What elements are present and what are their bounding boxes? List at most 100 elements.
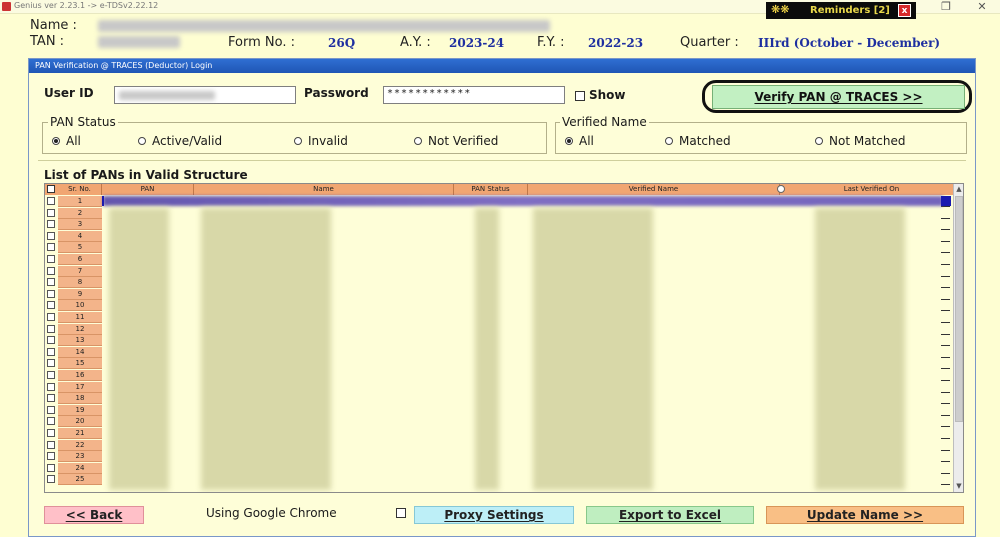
select-all-checkbox[interactable] — [47, 185, 55, 193]
radio-icon — [665, 137, 673, 145]
vertical-scrollbar[interactable]: ▲ ▼ — [953, 184, 963, 492]
pan-list-grid[interactable]: Sr. No. PAN Name PAN Status Verified Nam… — [44, 183, 964, 493]
row-end-mark — [941, 484, 950, 486]
verified-name-radio-all[interactable]: All — [565, 134, 594, 148]
table-row-sr-no[interactable]: 19 — [58, 404, 102, 416]
row-checkbox[interactable] — [47, 382, 55, 391]
status-column-redacted — [475, 208, 499, 490]
pan-status-title: PAN Status — [48, 115, 118, 129]
row-checkbox[interactable] — [47, 417, 55, 426]
user-id-field[interactable] — [114, 86, 296, 104]
row-checkbox[interactable] — [47, 394, 55, 403]
row-checkbox[interactable] — [47, 336, 55, 345]
form-no-value: 26Q — [328, 36, 356, 50]
row-end-mark — [941, 461, 950, 463]
row-end-mark — [941, 368, 950, 370]
row-checkbox[interactable] — [47, 452, 55, 461]
show-password-label: Show — [589, 88, 626, 102]
row-checkbox[interactable] — [47, 475, 55, 484]
table-row-sr-no[interactable]: 22 — [58, 439, 102, 451]
table-row-sr-no[interactable]: 3 — [58, 219, 102, 231]
row-checkbox[interactable] — [47, 197, 55, 205]
table-row-sr-no[interactable]: 6 — [58, 254, 102, 265]
col-last-verified-on[interactable]: Last Verified On — [790, 184, 953, 195]
table-row-sr-no[interactable]: 20 — [58, 416, 102, 428]
verified-name-radio-matched[interactable]: Matched — [665, 134, 731, 148]
table-row-sr-no[interactable]: 12 — [58, 323, 102, 335]
verify-pan-button[interactable]: Verify PAN @ TRACES >> — [712, 85, 965, 109]
row-end-mark — [941, 252, 950, 254]
col-sr-no[interactable]: Sr. No. — [58, 184, 102, 195]
close-window-icon[interactable]: ✕ — [964, 0, 1000, 14]
form-no-label: Form No. : — [228, 35, 295, 50]
col-pan[interactable]: PAN — [102, 184, 194, 195]
table-row-sr-no[interactable]: 18 — [58, 393, 102, 405]
scroll-thumb[interactable] — [955, 196, 963, 422]
table-row-sr-no[interactable]: 5 — [58, 242, 102, 254]
table-row-sr-no[interactable]: 15 — [58, 358, 102, 370]
col-verified-name[interactable]: Verified Name — [528, 184, 780, 195]
table-row-sr-no[interactable]: 7 — [58, 265, 102, 277]
table-row-sr-no[interactable]: 8 — [58, 277, 102, 289]
verified-name-toggle-icon[interactable] — [777, 185, 785, 193]
table-row-sr-no[interactable]: 14 — [58, 346, 102, 358]
table-row-sr-no[interactable]: 4 — [58, 230, 102, 242]
row-checkbox[interactable] — [47, 301, 55, 310]
row-checkbox[interactable] — [47, 347, 55, 356]
row-checkbox[interactable] — [47, 243, 55, 252]
close-icon[interactable]: x — [898, 4, 911, 17]
table-row-sr-no[interactable]: 2 — [58, 207, 102, 219]
export-to-excel-button[interactable]: Export to Excel — [586, 506, 754, 524]
table-row-sr-no[interactable]: 16 — [58, 370, 102, 381]
row-checkbox[interactable] — [47, 440, 55, 449]
table-row-sr-no[interactable]: 21 — [58, 428, 102, 439]
row-checkbox[interactable] — [47, 278, 55, 287]
col-name[interactable]: Name — [194, 184, 454, 195]
table-row-sr-no[interactable]: 17 — [58, 381, 102, 393]
pan-column-redacted — [109, 208, 169, 490]
row-checkbox[interactable] — [47, 266, 55, 275]
row-end-mark — [941, 217, 950, 219]
table-row-sr-no[interactable]: 9 — [58, 288, 102, 300]
browser-checkbox[interactable] — [396, 508, 406, 518]
back-button[interactable]: << Back — [44, 506, 144, 524]
table-row-sr-no[interactable]: 23 — [58, 451, 102, 463]
update-name-button[interactable]: Update Name >> — [766, 506, 964, 524]
pan-status-radio-active[interactable]: Active/Valid — [138, 134, 222, 148]
restore-icon[interactable]: ❐ — [928, 0, 964, 14]
row-checkbox[interactable] — [47, 289, 55, 298]
row-end-mark — [941, 438, 950, 439]
table-row-sr-no[interactable]: 10 — [58, 300, 102, 312]
ay-label: A.Y. : — [400, 35, 431, 50]
fy-value: 2022-23 — [588, 36, 644, 50]
row-checkbox[interactable] — [47, 429, 55, 437]
show-password-checkbox[interactable] — [575, 91, 585, 101]
table-row-sr-no[interactable]: 25 — [58, 474, 102, 486]
verified-name-radio-not-matched[interactable]: Not Matched — [815, 134, 905, 148]
pan-status-radio-invalid[interactable]: Invalid — [294, 134, 348, 148]
table-row-sr-no[interactable]: 11 — [58, 312, 102, 323]
col-pan-status[interactable]: PAN Status — [454, 184, 528, 195]
verified-name-column-redacted — [533, 208, 653, 490]
reminders-button[interactable]: ❋❋ Reminders [2] x — [766, 2, 916, 19]
table-row-sr-no[interactable]: 24 — [58, 462, 102, 474]
scroll-up-icon[interactable]: ▲ — [954, 184, 963, 194]
row-checkbox[interactable] — [47, 220, 55, 229]
row-checkbox[interactable] — [47, 324, 55, 333]
row-checkbox[interactable] — [47, 231, 55, 240]
row-checkbox[interactable] — [47, 463, 55, 472]
row-checkbox[interactable] — [47, 371, 55, 379]
row-checkbox[interactable] — [47, 208, 55, 217]
table-row-sr-no[interactable]: 1 — [58, 196, 102, 207]
row-checkbox[interactable] — [47, 313, 55, 321]
row-checkbox[interactable] — [47, 405, 55, 414]
row-checkbox[interactable] — [47, 255, 55, 263]
pan-status-radio-all[interactable]: All — [52, 134, 81, 148]
scroll-down-icon[interactable]: ▼ — [954, 481, 963, 491]
table-row-sr-no[interactable]: 13 — [58, 335, 102, 347]
row-checkbox[interactable] — [47, 359, 55, 368]
row-end-mark — [941, 240, 950, 242]
proxy-settings-button[interactable]: Proxy Settings — [414, 506, 574, 524]
password-field[interactable]: ************ — [383, 86, 565, 104]
pan-status-radio-not-verified[interactable]: Not Verified — [414, 134, 498, 148]
